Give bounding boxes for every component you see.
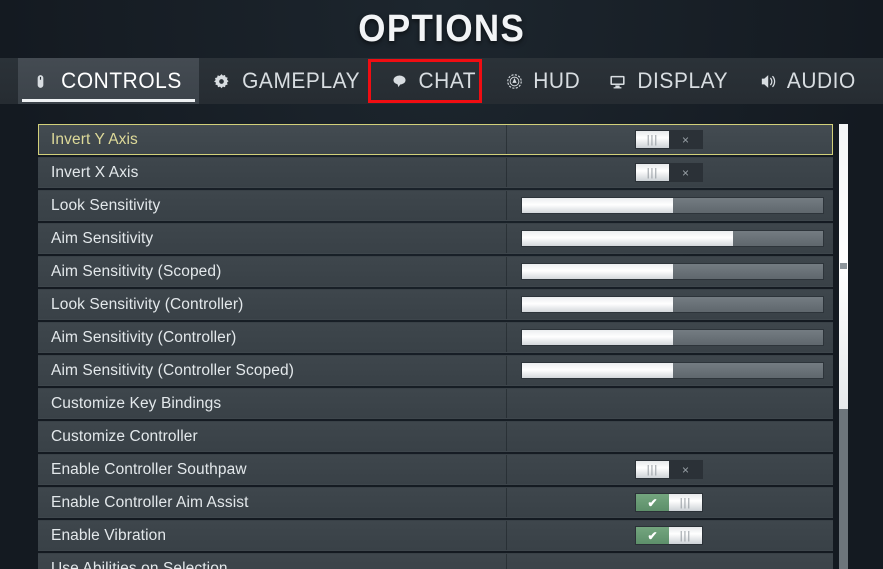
option-row[interactable]: Invert X Axis ||| × (38, 157, 833, 188)
toggle-grip-icon: ||| (636, 164, 669, 181)
slider-fill (522, 330, 673, 345)
option-row[interactable]: Enable Controller Aim Assist ✔ ||| (38, 487, 833, 518)
monitor-icon (609, 73, 626, 90)
slider[interactable] (521, 329, 824, 346)
option-control (507, 257, 832, 286)
scrollbar-grip (840, 263, 847, 269)
option-row[interactable]: Customize Controller (38, 421, 833, 452)
tab-display[interactable]: DISPLAY (595, 58, 745, 104)
tab-controls-label: CONTROLS (61, 68, 182, 93)
toggle-on-check-icon: ✔ (636, 527, 669, 544)
scrollbar-thumb[interactable] (839, 124, 848, 409)
option-row[interactable]: Invert Y Axis ||| × (38, 124, 833, 155)
tab-hud-label: HUD (533, 68, 581, 93)
option-control (507, 554, 832, 569)
option-label: Invert Y Axis (39, 125, 507, 154)
option-row[interactable]: Look Sensitivity (Controller) (38, 289, 833, 320)
toggle-grip-icon: ||| (636, 131, 669, 148)
option-label: Aim Sensitivity (Scoped) (39, 257, 507, 286)
toggle-off-cross-icon: × (669, 131, 702, 148)
option-label: Aim Sensitivity (Controller) (39, 323, 507, 352)
option-label: Customize Controller (39, 422, 507, 451)
toggle-switch[interactable]: ✔ ||| (635, 526, 703, 545)
slider-fill (522, 198, 673, 213)
option-row[interactable]: Use Abilities on Selection (38, 553, 833, 569)
slider[interactable] (521, 197, 824, 214)
option-row[interactable]: Look Sensitivity (38, 190, 833, 221)
slider[interactable] (521, 230, 824, 247)
option-control (507, 290, 832, 319)
option-control (507, 422, 832, 451)
toggle-switch[interactable]: ||| × (635, 460, 703, 479)
option-control: ✔ ||| (507, 488, 832, 517)
tab-chat-label: CHAT (418, 68, 477, 93)
option-control (507, 356, 832, 385)
option-row[interactable]: Aim Sensitivity (38, 223, 833, 254)
toggle-grip-icon: ||| (669, 494, 702, 511)
slider-fill (522, 264, 673, 279)
option-row[interactable]: Aim Sensitivity (Scoped) (38, 256, 833, 287)
toggle-grip-icon: ||| (669, 527, 702, 544)
toggle-switch[interactable]: ||| × (635, 130, 703, 149)
speaker-icon (759, 73, 776, 90)
slider-fill (522, 363, 673, 378)
toggle-grip-icon: ||| (636, 461, 669, 478)
option-control: ✔ ||| (507, 521, 832, 550)
option-row[interactable]: Enable Controller Southpaw ||| × (38, 454, 833, 485)
slider[interactable] (521, 263, 824, 280)
toggle-on-check-icon: ✔ (636, 494, 669, 511)
tab-audio-label: AUDIO (786, 68, 856, 93)
tab-hud[interactable]: HUD (492, 58, 595, 104)
options-list[interactable]: Invert Y Axis ||| × Invert X Axis ||| × Look S… (38, 124, 833, 569)
chat-bubble-icon (391, 73, 408, 90)
option-label: Invert X Axis (39, 158, 507, 187)
tab-gameplay[interactable]: GAMEPLAY (199, 58, 377, 104)
title-bar: OPTIONS (0, 0, 883, 58)
option-label: Enable Vibration (39, 521, 507, 550)
option-row[interactable]: Customize Key Bindings (38, 388, 833, 419)
toggle-switch[interactable]: ||| × (635, 163, 703, 182)
option-row[interactable]: Aim Sensitivity (Controller Scoped) (38, 355, 833, 386)
options-screen: OPTIONS CONTROLS GAMEPLAY CHAT HUD DISPL… (0, 0, 883, 569)
option-control: ||| × (507, 455, 832, 484)
option-control: ||| × (507, 125, 832, 154)
option-control (507, 224, 832, 253)
toggle-off-cross-icon: × (669, 461, 702, 478)
toggle-switch[interactable]: ✔ ||| (635, 493, 703, 512)
option-control (507, 191, 832, 220)
option-control (507, 323, 832, 352)
tab-audio[interactable]: AUDIO (745, 58, 872, 104)
toggle-off-cross-icon: × (669, 164, 702, 181)
option-label: Look Sensitivity (39, 191, 507, 220)
tab-display-label: DISPLAY (637, 68, 729, 93)
slider-fill (522, 231, 733, 246)
option-label: Aim Sensitivity (Controller Scoped) (39, 356, 507, 385)
tab-gameplay-label: GAMEPLAY (242, 68, 361, 93)
option-label: Enable Controller Southpaw (39, 455, 507, 484)
mouse-icon (32, 73, 49, 90)
tab-chat[interactable]: CHAT (377, 58, 492, 104)
option-label: Customize Key Bindings (39, 389, 507, 418)
option-row[interactable]: Aim Sensitivity (Controller) (38, 322, 833, 353)
tab-controls[interactable]: CONTROLS (18, 58, 200, 104)
option-row[interactable]: Enable Vibration ✔ ||| (38, 520, 833, 551)
slider[interactable] (521, 362, 824, 379)
option-label: Aim Sensitivity (39, 224, 507, 253)
option-control: ||| × (507, 158, 832, 187)
option-control (507, 389, 832, 418)
scrollbar-track[interactable] (839, 124, 848, 569)
page-title: OPTIONS (357, 7, 526, 50)
tab-bar: CONTROLS GAMEPLAY CHAT HUD DISPLAY AUDIO (0, 58, 883, 104)
compass-icon (506, 73, 523, 90)
option-label: Look Sensitivity (Controller) (39, 290, 507, 319)
option-label: Enable Controller Aim Assist (39, 488, 507, 517)
option-label: Use Abilities on Selection (39, 554, 507, 569)
gear-icon (213, 73, 230, 90)
slider-fill (522, 297, 673, 312)
slider[interactable] (521, 296, 824, 313)
